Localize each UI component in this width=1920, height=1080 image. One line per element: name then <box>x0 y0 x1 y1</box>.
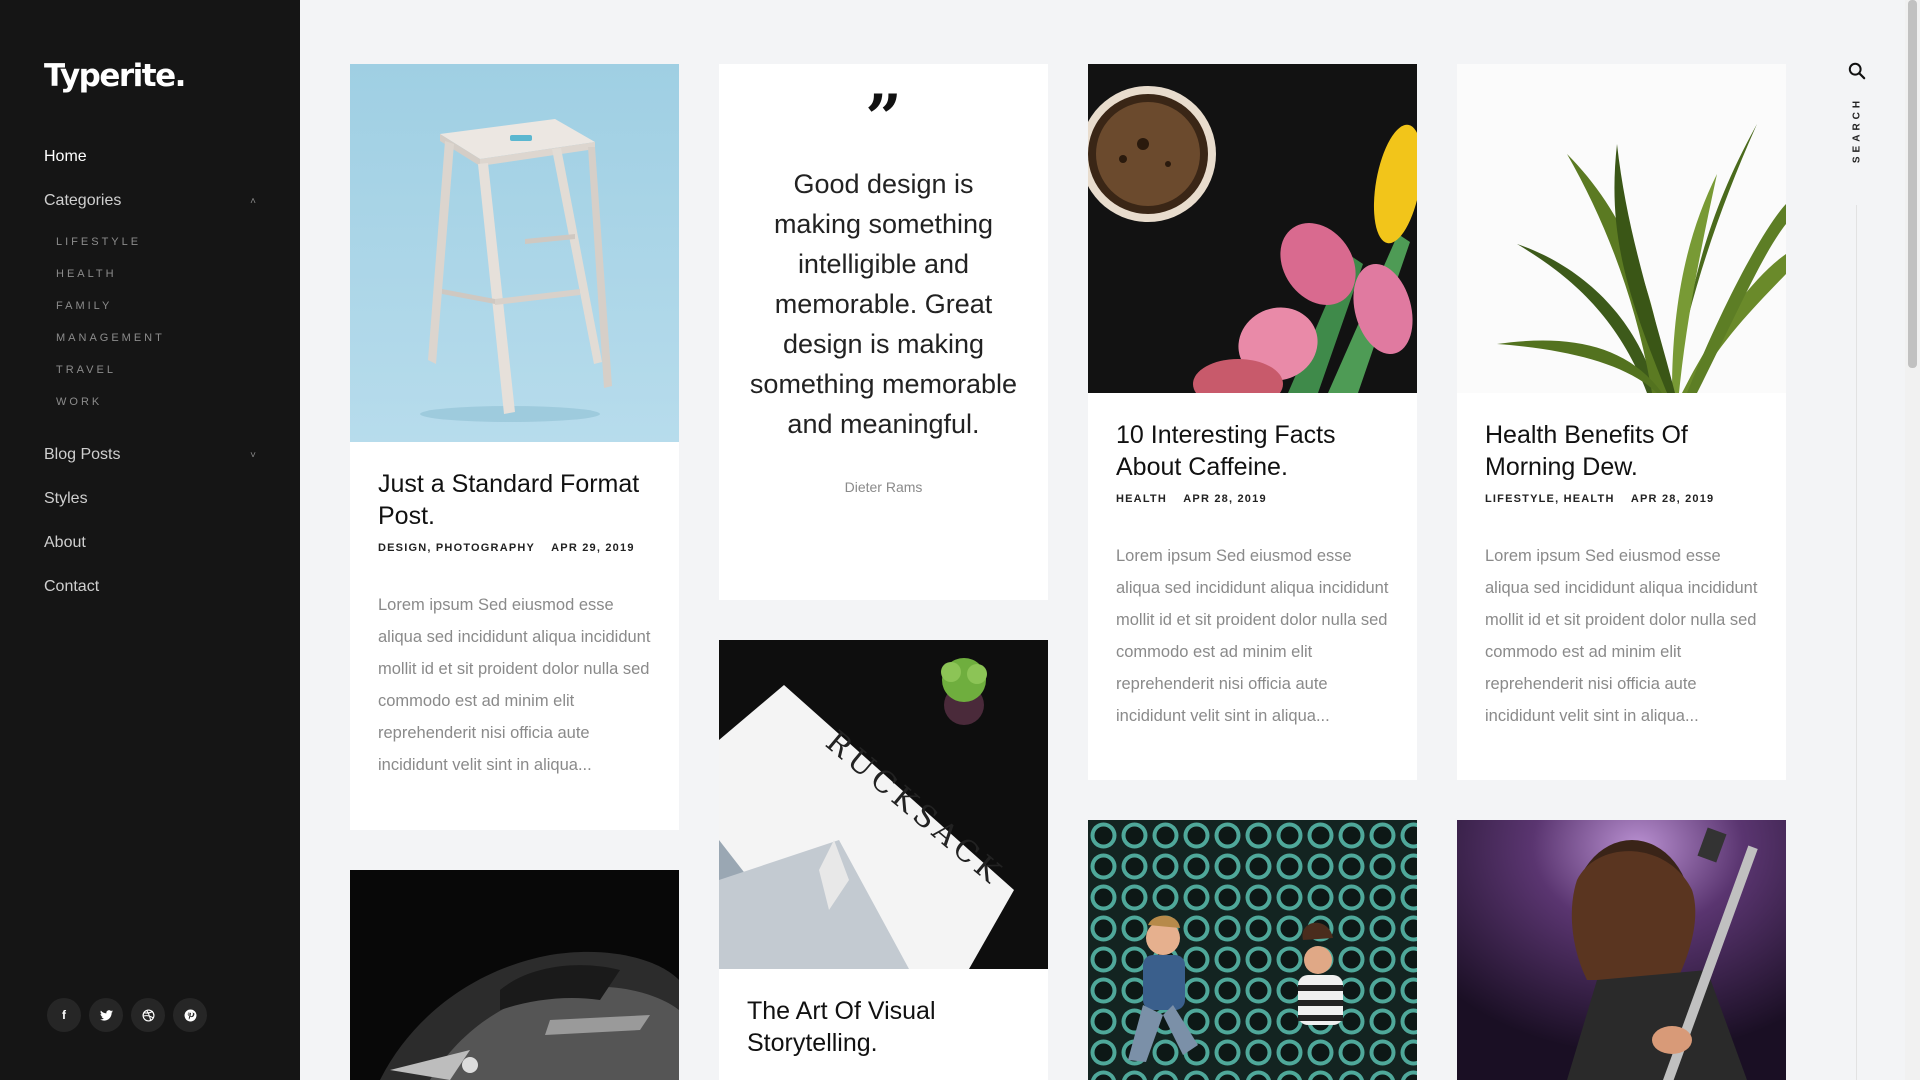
post-card-standard: Just a Standard Format Post. DESIGN, PHO… <box>350 64 679 830</box>
search-label[interactable]: SEARCH <box>1852 97 1863 163</box>
post-card-caffeine: 10 Interesting Facts About Caffeine. HEA… <box>1088 64 1417 780</box>
category-link[interactable]: DESIGN <box>378 542 427 554</box>
category-family[interactable]: FAMILY <box>56 298 256 330</box>
post-date: APR 29, 2019 <box>551 542 635 554</box>
nav-styles[interactable]: Styles <box>44 488 256 510</box>
post-card-morning-dew: Health Benefits Of Morning Dew. LIFESTYL… <box>1457 64 1786 780</box>
post-image-guitarist[interactable] <box>1457 820 1786 1080</box>
post-image-stool[interactable] <box>350 64 679 442</box>
category-link[interactable]: LIFESTYLE <box>1485 493 1555 505</box>
post-excerpt: Lorem ipsum Sed eiusmod esse aliqua sed … <box>378 596 651 774</box>
post-body: The Art Of Visual Storytelling. <box>719 969 1048 1059</box>
post-meta: LIFESTYLE, HEALTH APR 28, 2019 <box>1485 493 1715 505</box>
chevron-down-icon[interactable]: ˅ <box>250 450 256 461</box>
post-body: Just a Standard Format Post. DESIGN, PHO… <box>350 442 679 781</box>
post-title[interactable]: The Art Of Visual Storytelling. <box>747 995 1020 1059</box>
search-icon[interactable] <box>1848 62 1866 80</box>
post-card-visual-storytelling: RUCKSACK The Art Of Visual Storytelling. <box>719 640 1048 1080</box>
post-image-jumping-people[interactable] <box>1088 820 1417 1080</box>
post-card-quote: ” Good design is making something intell… <box>719 64 1048 600</box>
category-link[interactable]: HEALTH <box>1564 493 1615 505</box>
post-excerpt: Lorem ipsum Sed eiusmod esse aliqua sed … <box>1485 547 1758 725</box>
twitter-icon[interactable] <box>89 998 123 1032</box>
category-link[interactable]: PHOTOGRAPHY <box>436 542 535 554</box>
page-scrollbar[interactable] <box>1905 0 1920 1080</box>
category-travel[interactable]: TRAVEL <box>56 362 256 394</box>
nav-about-label: About <box>44 534 86 551</box>
nav-home-label: Home <box>44 148 87 165</box>
category-link[interactable]: HEALTH <box>1116 493 1167 505</box>
post-excerpt: Lorem ipsum Sed eiusmod esse aliqua sed … <box>1116 547 1389 725</box>
chevron-up-icon[interactable]: ˄ <box>250 196 256 207</box>
post-title[interactable]: 10 Interesting Facts About Caffeine. <box>1116 419 1389 483</box>
quote-author: Dieter Rams <box>844 479 923 495</box>
post-date: APR 28, 2019 <box>1630 493 1715 505</box>
post-title[interactable]: Just a Standard Format Post. <box>378 468 651 532</box>
nav-home[interactable]: Home <box>44 146 256 168</box>
nav-blog-posts[interactable]: Blog Posts ˅ <box>44 444 256 466</box>
site-logo[interactable]: Typerite. <box>44 58 186 94</box>
category-management[interactable]: MANAGEMENT <box>56 330 256 362</box>
main-nav: Home Categories ˄ LIFESTYLE HEALTH FAMIL… <box>44 146 256 598</box>
post-body: 10 Interesting Facts About Caffeine. HEA… <box>1088 393 1417 732</box>
post-image-rucksack-magazine[interactable]: RUCKSACK <box>719 640 1048 969</box>
post-card-guitarist <box>1457 820 1786 1080</box>
facebook-icon[interactable]: f <box>47 998 81 1032</box>
nav-about[interactable]: About <box>44 532 256 554</box>
quote-text: Good design is making something intellig… <box>749 169 1018 439</box>
post-image-coffee-tulips[interactable] <box>1088 64 1417 393</box>
nav-contact-label: Contact <box>44 578 100 595</box>
category-health[interactable]: HEALTH <box>56 266 256 298</box>
sidebar: Typerite. Home Categories ˄ LIFESTYLE HE… <box>0 0 300 1080</box>
category-lifestyle[interactable]: LIFESTYLE <box>56 234 256 266</box>
right-rail: SEARCH <box>1814 0 1904 1080</box>
post-body: Health Benefits Of Morning Dew. LIFESTYL… <box>1457 393 1786 732</box>
nav-categories-label: Categories <box>44 192 122 209</box>
post-card-car <box>350 870 679 1080</box>
dribbble-icon[interactable] <box>131 998 165 1032</box>
post-image-car[interactable] <box>350 870 679 1080</box>
pinterest-icon[interactable] <box>173 998 207 1032</box>
scrollbar-thumb[interactable] <box>1908 0 1917 368</box>
rail-divider <box>1856 205 1857 1080</box>
nav-styles-label: Styles <box>44 490 88 507</box>
quote-icon: ” <box>865 81 902 156</box>
category-work[interactable]: WORK <box>56 394 256 426</box>
post-meta: HEALTH APR 28, 2019 <box>1116 493 1389 505</box>
nav-contact[interactable]: Contact <box>44 576 256 598</box>
nav-categories[interactable]: Categories ˄ <box>44 190 256 212</box>
post-image-plant[interactable] <box>1457 64 1786 393</box>
social-links: f <box>47 998 207 1032</box>
post-card-jump <box>1088 820 1417 1080</box>
post-title[interactable]: Health Benefits Of Morning Dew. <box>1485 419 1758 483</box>
nav-blog-posts-label: Blog Posts <box>44 446 121 463</box>
categories-submenu: LIFESTYLE HEALTH FAMILY MANAGEMENT TRAVE… <box>44 212 256 444</box>
post-date: APR 28, 2019 <box>1183 493 1267 505</box>
post-meta: DESIGN, PHOTOGRAPHY APR 29, 2019 <box>378 542 635 554</box>
